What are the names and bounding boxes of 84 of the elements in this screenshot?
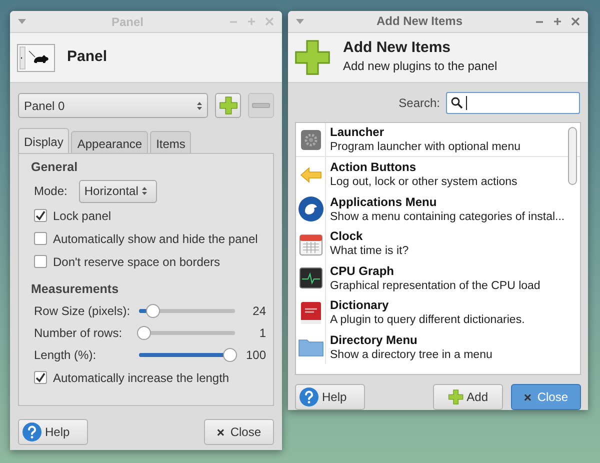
add-button[interactable]: Add bbox=[433, 384, 503, 410]
slider-handle[interactable] bbox=[223, 348, 237, 362]
search-icon bbox=[451, 96, 463, 109]
panel-mouse-icon bbox=[17, 44, 55, 72]
maximize-icon[interactable] bbox=[247, 17, 256, 26]
slider-value: 1 bbox=[259, 325, 267, 342]
section-heading: Measurements bbox=[30, 281, 120, 298]
close-icon[interactable] bbox=[265, 17, 274, 26]
checkbox[interactable] bbox=[34, 371, 47, 384]
close-icon[interactable] bbox=[571, 16, 580, 26]
book-icon bbox=[300, 300, 322, 325]
close-button[interactable]: Close bbox=[204, 419, 274, 445]
plugin-item[interactable]: CPU Graph Graphical representation of the CPU load bbox=[296, 260, 580, 296]
scrollbar[interactable] bbox=[568, 126, 577, 185]
slider-value: 24 bbox=[252, 303, 267, 320]
slider-track[interactable] bbox=[137, 304, 237, 318]
plus-icon bbox=[294, 38, 331, 76]
plugin-item[interactable]: Applications Menu Show a menu containing categories of instal... bbox=[296, 192, 580, 226]
header-title: Panel bbox=[67, 47, 108, 68]
plugin-item[interactable]: Directory Menu Show a directory tree in a menu bbox=[296, 330, 580, 364]
plugin-name: Action Buttons bbox=[330, 159, 417, 176]
remove-panel-button[interactable] bbox=[248, 93, 274, 118]
folder-icon bbox=[298, 337, 324, 358]
plugin-description: Show a directory tree in a menu bbox=[330, 348, 492, 363]
plugin-name: Launcher bbox=[330, 124, 386, 140]
tab[interactable]: Items bbox=[150, 131, 192, 153]
header-subtitle: Add new plugins to the panel bbox=[343, 58, 498, 76]
checkbox-label: Don't reserve space on borders bbox=[53, 254, 220, 270]
gear-icon bbox=[300, 128, 322, 151]
calendar-icon bbox=[298, 232, 322, 256]
tab[interactable]: Display bbox=[18, 128, 70, 153]
slider-label: Row Size (pixels): bbox=[34, 303, 131, 320]
help-button[interactable]: Help bbox=[18, 419, 88, 445]
monitor-graph-icon bbox=[298, 267, 322, 290]
help-button[interactable]: Help bbox=[295, 384, 365, 410]
checkbox[interactable] bbox=[34, 232, 47, 245]
tab[interactable]: Appearance bbox=[71, 131, 148, 153]
plugin-name: Applications Menu bbox=[330, 194, 438, 210]
help-icon bbox=[22, 422, 42, 442]
plugin-item[interactable]: Clock What time is it? bbox=[296, 226, 580, 261]
minus-icon bbox=[252, 103, 270, 108]
plugin-name: CPU Graph bbox=[330, 262, 396, 279]
plugin-description: Show a menu containing categories of instal... bbox=[330, 210, 565, 225]
plus-icon bbox=[448, 388, 464, 406]
plugin-item[interactable]: Action Buttons Log out, lock or other system actions bbox=[296, 157, 580, 192]
plugin-description: A plugin to query different dictionaries. bbox=[330, 313, 525, 328]
slider-handle[interactable] bbox=[137, 326, 151, 340]
maximize-icon[interactable] bbox=[553, 16, 562, 26]
plugin-name: Clock bbox=[330, 228, 364, 244]
slider-label: Number of rows: bbox=[34, 325, 124, 342]
checkbox[interactable] bbox=[34, 209, 47, 222]
plugin-description: Program launcher with optional menu bbox=[330, 140, 520, 156]
checkbox-label: Automatically show and hide the panel bbox=[53, 230, 258, 248]
plugin-description: What time is it? bbox=[330, 244, 409, 260]
checkbox[interactable] bbox=[34, 255, 47, 268]
menu-icon[interactable] bbox=[18, 19, 26, 24]
slider-track[interactable] bbox=[137, 326, 237, 340]
search-field[interactable] bbox=[446, 92, 580, 114]
mode-label: Mode: bbox=[34, 183, 68, 200]
window-title: Add New Items bbox=[375, 13, 464, 30]
plugin-name: Directory Menu bbox=[330, 332, 418, 348]
slider-label: Length (%): bbox=[34, 347, 98, 364]
menu-icon[interactable] bbox=[296, 18, 304, 24]
help-icon bbox=[299, 387, 319, 407]
checkbox-label: Lock panel bbox=[53, 208, 112, 224]
plugin-item[interactable]: Dictionary A plugin to query different dictionaries. bbox=[296, 295, 580, 330]
mode-select[interactable]: Horizontal bbox=[79, 180, 158, 202]
header-title: Add New Items bbox=[343, 39, 452, 58]
search-label: Search: bbox=[398, 94, 440, 112]
spin-arrows-icon bbox=[197, 100, 202, 110]
add-panel-button[interactable] bbox=[215, 93, 241, 118]
arrow-icon bbox=[300, 166, 322, 183]
plus-icon bbox=[218, 96, 238, 115]
slider-track[interactable] bbox=[137, 348, 237, 362]
slider-handle[interactable] bbox=[146, 304, 160, 318]
plugin-description: Graphical representation of the CPU load bbox=[330, 278, 540, 294]
spin-arrows-icon bbox=[142, 186, 148, 196]
plugin-description: Log out, lock or other system actions bbox=[330, 175, 518, 190]
checkbox-label: Automatically increase the length bbox=[53, 370, 230, 386]
plugin-name: Dictionary bbox=[330, 297, 390, 314]
slider-value: 100 bbox=[246, 347, 267, 364]
panel-select[interactable]: Panel 0 bbox=[18, 93, 208, 118]
text-cursor bbox=[466, 96, 467, 110]
section-heading: General bbox=[30, 159, 79, 176]
